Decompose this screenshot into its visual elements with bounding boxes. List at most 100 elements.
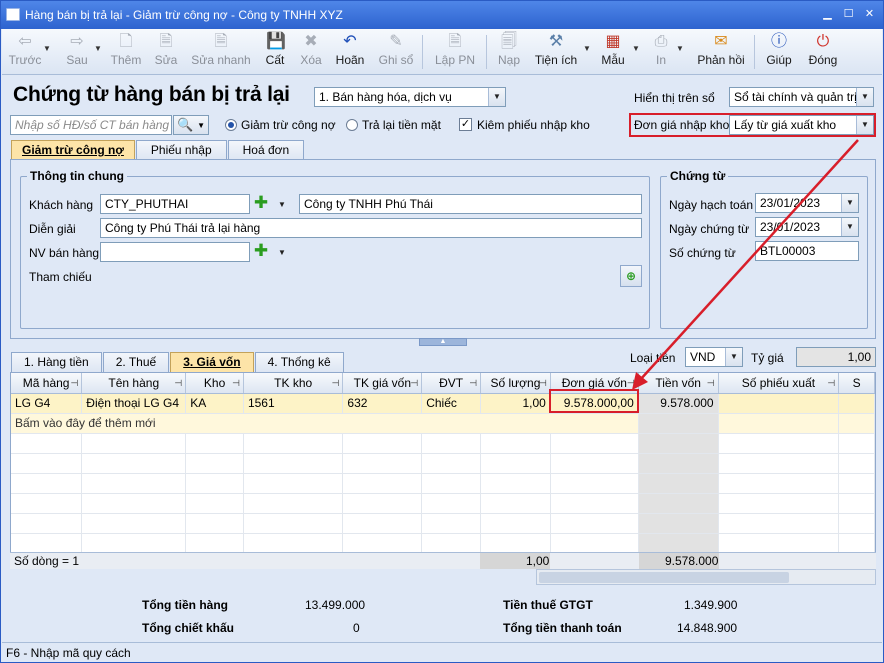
- maximize-button[interactable]: ☐: [841, 7, 856, 21]
- column-header[interactable]: Số lượng ⊣: [480, 373, 551, 394]
- customer-dropdown-icon[interactable]: ▼: [278, 200, 286, 209]
- tab-invoice[interactable]: Hoá đơn: [227, 140, 305, 160]
- voucher-date-field[interactable]: 23/01/2023 ▼: [755, 217, 859, 237]
- tab-reduce-debt[interactable]: Giảm trừ công nợ: [11, 140, 135, 160]
- pin-icon[interactable]: ⊣: [174, 378, 182, 389]
- chevron-down-icon[interactable]: ▼: [725, 348, 742, 366]
- minimize-button[interactable]: ▁: [820, 7, 835, 21]
- exchange-rate-field: 1,00: [796, 347, 876, 367]
- invoice-search-input[interactable]: Nhập số HĐ/số CT bán hàng: [10, 115, 172, 135]
- staff-dropdown-icon[interactable]: ▼: [278, 248, 286, 257]
- column-header[interactable]: ĐVT ⊣: [421, 373, 482, 394]
- post-button[interactable]: ✎ Ghi sổ: [376, 33, 416, 67]
- calendar-dropdown-icon[interactable]: ▼: [841, 218, 858, 236]
- close-button[interactable]: ⏻ Đóng: [804, 33, 842, 67]
- prev-dropdown-icon[interactable]: ▼: [43, 44, 51, 53]
- utilities-button[interactable]: ⚒ Tiện ích: [532, 33, 580, 67]
- tab-receipt[interactable]: Phiếu nhập: [135, 140, 227, 160]
- calendar-dropdown-icon[interactable]: ▼: [841, 194, 858, 212]
- horizontal-scrollbar[interactable]: [536, 569, 876, 585]
- empty-cell: [838, 413, 875, 434]
- scrollbar-thumb[interactable]: [539, 572, 789, 583]
- next-dropdown-icon[interactable]: ▼: [94, 44, 102, 53]
- pin-icon[interactable]: ⊣: [232, 378, 240, 389]
- detail-tabs: 1. Hàng tiền 2. Thuế 3. Giá vốn 4. Thống…: [11, 352, 345, 372]
- column-header[interactable]: TK giá vốn ⊣: [342, 373, 423, 394]
- pin-icon[interactable]: ⊣: [539, 378, 547, 389]
- chevron-down-icon[interactable]: ▼: [856, 116, 873, 134]
- pin-icon[interactable]: ⊣: [70, 378, 78, 389]
- empty-row: [11, 453, 875, 474]
- refund-radio[interactable]: [346, 119, 358, 131]
- close-window-button[interactable]: ✕: [862, 7, 877, 21]
- cell-issue-number[interactable]: [718, 393, 840, 414]
- print-dropdown-icon[interactable]: ▼: [676, 44, 684, 53]
- next-button[interactable]: ⇨ Sau: [60, 33, 94, 67]
- create-receipt-button[interactable]: 🗎 Lập PN: [432, 33, 478, 67]
- pin-icon[interactable]: ⊣: [707, 378, 715, 389]
- table-row[interactable]: LG G4 Điện thoại LG G4 KA 1561 632 Chiếc…: [11, 393, 875, 414]
- receipt-checkbox[interactable]: ✓: [459, 118, 472, 131]
- template-dropdown-icon[interactable]: ▼: [632, 44, 640, 53]
- pin-icon[interactable]: ⊣: [827, 378, 835, 389]
- column-header[interactable]: Số phiếu xuất ⊣: [718, 373, 840, 394]
- tab-cost-price[interactable]: 3. Giá vốn: [170, 352, 254, 372]
- currency-select[interactable]: VND ▼: [685, 347, 743, 367]
- customer-code-field[interactable]: CTY_PHUTHAI: [100, 194, 250, 214]
- pin-icon[interactable]: ⊣: [627, 378, 635, 389]
- voucher-type-select[interactable]: 1. Bán hàng hóa, dịch vụ ▼: [314, 87, 506, 107]
- help-button[interactable]: ⓘ Giúp: [762, 33, 796, 67]
- column-header[interactable]: Tiền vốn ⊣: [638, 373, 719, 394]
- panel-splitter[interactable]: ▲: [419, 338, 467, 346]
- cell-quantity[interactable]: 1,00: [480, 393, 551, 414]
- chevron-down-icon[interactable]: ▼: [856, 88, 873, 106]
- sales-staff-field[interactable]: [100, 242, 250, 262]
- delete-button[interactable]: ✖ Xóa: [296, 33, 326, 67]
- add-customer-icon[interactable]: ✚: [253, 194, 269, 211]
- column-header[interactable]: S: [838, 373, 875, 394]
- tab-tax[interactable]: 2. Thuế: [102, 352, 170, 372]
- cell-stock-account[interactable]: 1561: [243, 393, 344, 414]
- unit-price-select[interactable]: Lấy từ giá xuất kho ▼: [729, 115, 874, 135]
- cell-unit[interactable]: Chiếc: [421, 393, 482, 414]
- column-header[interactable]: TK kho ⊣: [243, 373, 344, 394]
- utilities-dropdown-icon[interactable]: ▼: [583, 44, 591, 53]
- search-button[interactable]: 🔍 ▼: [173, 115, 209, 135]
- add-button[interactable]: 🗋 Thêm: [108, 33, 144, 67]
- cell-warehouse[interactable]: KA: [185, 393, 244, 414]
- pin-icon[interactable]: ⊣: [410, 378, 418, 389]
- tab-statistics[interactable]: 4. Thống kê: [254, 352, 344, 372]
- pin-icon[interactable]: ⊣: [469, 378, 477, 389]
- tab-goods-money[interactable]: 1. Hàng tiền: [11, 352, 102, 372]
- load-button[interactable]: 🗐 Nạp: [494, 33, 524, 67]
- voucher-number-field[interactable]: BTL00003: [755, 241, 859, 261]
- template-button[interactable]: ▦ Mẫu: [598, 33, 628, 67]
- pin-icon[interactable]: ⊣: [332, 378, 340, 389]
- row-count: Số dòng = 1: [14, 554, 80, 568]
- cell-item-name[interactable]: Điện thoại LG G4: [81, 393, 187, 414]
- print-button[interactable]: ⎙ In: [648, 33, 674, 67]
- add-reference-button[interactable]: ⊕: [620, 265, 642, 287]
- quick-edit-button[interactable]: 🗎 Sửa nhanh: [190, 33, 252, 67]
- cell-cogs-account[interactable]: 632: [342, 393, 423, 414]
- chevron-down-icon[interactable]: ▼: [488, 88, 505, 106]
- reduce-debt-radio[interactable]: [225, 119, 237, 131]
- edit-button[interactable]: 🗎 Sửa: [150, 33, 182, 67]
- feedback-button[interactable]: ✉ Phản hồi: [694, 33, 748, 67]
- customer-name-field[interactable]: Công ty TNHH Phú Thái: [299, 194, 642, 214]
- cell-extra[interactable]: [838, 393, 875, 414]
- add-new-hint[interactable]: Bấm vào đây để thêm mới: [11, 413, 639, 434]
- column-header[interactable]: Tên hàng ⊣: [81, 373, 187, 394]
- column-header[interactable]: Mã hàng ⊣: [11, 373, 83, 394]
- undo-button[interactable]: ↶ Hoãn: [332, 33, 368, 67]
- display-label: Hiển thị trên sổ: [634, 91, 715, 105]
- add-staff-icon[interactable]: ✚: [253, 242, 269, 259]
- posting-date-field[interactable]: 23/01/2023 ▼: [755, 193, 859, 213]
- description-field[interactable]: Công ty Phú Thái trả lại hàng: [100, 218, 642, 238]
- cell-item-code[interactable]: LG G4: [11, 393, 83, 414]
- display-select[interactable]: Sổ tài chính và quản trị ▼: [729, 87, 874, 107]
- add-new-row[interactable]: Bấm vào đây để thêm mới: [11, 413, 875, 434]
- prev-button[interactable]: ⇦ Trước: [8, 33, 42, 67]
- save-button[interactable]: 💾 Cất: [260, 33, 290, 67]
- column-header[interactable]: Kho ⊣: [185, 373, 244, 394]
